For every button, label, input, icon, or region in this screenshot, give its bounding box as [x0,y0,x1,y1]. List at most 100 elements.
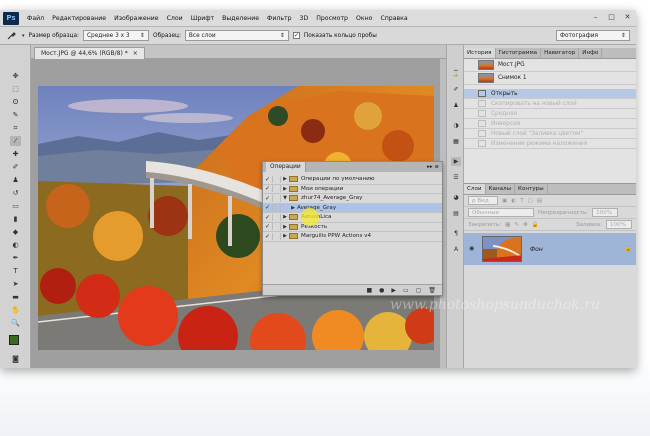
stop-icon[interactable]: ■ [366,287,372,294]
check-icon[interactable]: ✓ [263,185,272,192]
brush-tool-icon[interactable]: ✐ [10,162,21,172]
hand-tool-icon[interactable]: ✋ [10,305,21,315]
action-set-row[interactable]: ✓ ▼ zhur74_Average_Gray [263,194,442,204]
history-panel-icon[interactable]: ⌛ [451,69,461,78]
pen-tool-icon[interactable]: ✒ [10,253,21,263]
tab-actions[interactable]: Операции [266,162,306,172]
tab-channels[interactable]: Каналы [486,184,516,194]
tab-histogram[interactable]: Гистограмма [496,48,542,58]
gradient-tool-icon[interactable]: ▮ [10,214,21,224]
check-icon[interactable]: ✓ [263,233,272,240]
lock-paint-icon[interactable]: ✎ [514,222,519,228]
expand-triangle-icon[interactable]: ▶ [281,214,289,220]
menu-3d[interactable]: 3D [296,15,313,22]
crop-tool-icon[interactable]: ⌗ [10,123,21,133]
expand-triangle-icon[interactable]: ▶ [281,176,289,182]
dialog-toggle[interactable] [272,223,281,231]
color-panel-icon[interactable]: ◕ [451,193,461,202]
close-button[interactable]: ✕ [623,12,632,21]
layer-kind-select[interactable]: ρ Вид [468,196,498,205]
menu-help[interactable]: Справка [376,15,411,22]
layer-row-background[interactable]: ◉ Фон 🔒 [464,233,636,265]
document-tab[interactable]: Мост.JPG @ 44,6% (RGB/8) * × [34,47,145,59]
marquee-tool-icon[interactable]: ⬚ [10,84,21,94]
panel-menu-icon[interactable]: ▸▸ ≡ [427,164,439,170]
menu-filter[interactable]: Фильтр [263,15,295,22]
menu-edit[interactable]: Редактирование [48,15,110,22]
eye-icon[interactable]: ◉ [469,245,474,252]
opacity-field[interactable]: 100% [592,208,619,217]
lock-all-icon[interactable]: 🔒 [532,222,539,228]
tab-layers[interactable]: Слои [464,184,486,194]
history-state[interactable]: Изменение режима наложения [464,139,636,149]
close-icon[interactable]: × [133,50,138,57]
type-tool-icon[interactable]: T [10,266,21,276]
eraser-tool-icon[interactable]: ▭ [10,201,21,211]
quick-mask-icon[interactable]: ◙ [10,354,21,364]
check-icon[interactable]: ✓ [263,214,272,221]
maximize-button[interactable]: □ [607,12,616,21]
action-set-row[interactable]: ✓ ▶ Marguilis PPW Actions v4 [263,232,442,242]
action-set-row[interactable]: ✓ ▶ Операции по умолчанию [263,175,442,185]
paragraph-icon[interactable]: ¶ [451,229,461,238]
check-icon[interactable]: ✓ [263,223,272,230]
tab-history[interactable]: История [464,48,496,58]
dialog-toggle[interactable] [272,232,281,240]
tab-navigator[interactable]: Навигатор [541,48,580,58]
filter-adjustment-icon[interactable]: ◐ [511,198,516,204]
history-snapshot[interactable]: Мост.JPG [464,59,636,72]
history-state-current[interactable]: Открыть [464,89,636,99]
action-set-row[interactable]: ✓ ▶ Резкость [263,223,442,232]
filter-shape-icon[interactable]: ▢ [528,198,533,204]
menu-select[interactable]: Выделение [218,15,263,22]
filter-pixel-icon[interactable]: ▣ [502,198,507,204]
fill-field[interactable]: 100% [606,220,632,229]
move-tool-icon[interactable]: ✥ [10,71,21,81]
history-state[interactable]: Скопировать на новый слой [464,99,636,109]
history-state[interactable]: Средняя [464,109,636,119]
styles-icon[interactable]: ▦ [451,137,461,146]
menu-layers[interactable]: Слои [163,15,187,22]
filter-smart-icon[interactable]: ▤ [537,198,542,204]
history-snapshot[interactable]: Снимок 1 [464,72,636,85]
new-action-icon[interactable]: ▢ [416,287,422,294]
dialog-toggle[interactable] [272,175,281,183]
clone-source-icon[interactable]: ♟ [451,101,461,110]
record-icon[interactable]: ● [379,287,384,294]
sample-select[interactable]: Все слои ⇕ [184,30,289,41]
dialog-toggle[interactable] [272,213,281,221]
tab-paths[interactable]: Контуры [515,184,548,194]
dodge-tool-icon[interactable]: ◐ [10,240,21,250]
sample-size-select[interactable]: Среднее 3 х 3 ⇕ [83,30,149,41]
workspace-select[interactable]: Фотография ⇕ [556,30,630,41]
collapse-triangle-icon[interactable]: ▼ [281,195,289,201]
actions-panel-icon[interactable]: ▶ [451,157,461,166]
dialog-toggle[interactable] [272,185,281,193]
dialog-toggle[interactable] [272,204,281,212]
foreground-color-swatch[interactable] [9,335,19,345]
shape-tool-icon[interactable]: ▬ [10,292,21,302]
menu-window[interactable]: Окно [352,15,376,22]
chevron-down-icon[interactable]: ▾ [22,33,25,39]
quick-select-tool-icon[interactable]: ✎ [10,110,21,120]
action-row-selected[interactable]: ✓ ▶ Average_Gray [263,203,442,213]
minimize-button[interactable]: – [591,12,600,21]
eyedropper-tool-icon[interactable] [4,30,18,42]
play-icon[interactable]: ▶ [391,287,396,294]
menu-file[interactable]: Файл [23,15,48,22]
menu-type[interactable]: Шрифт [187,15,218,22]
expand-triangle-icon[interactable]: ▶ [281,233,289,239]
properties-icon[interactable]: ☰ [451,173,461,182]
layer-name[interactable]: Фон [530,246,543,253]
new-set-icon[interactable]: ▭ [403,287,409,294]
expand-triangle-icon[interactable]: ▶ [289,205,297,211]
action-set-row[interactable]: ✓ ▶ RetushLica [263,213,442,223]
check-icon[interactable]: ✓ [263,176,272,183]
blur-tool-icon[interactable]: ◆ [10,227,21,237]
expand-triangle-icon[interactable]: ▶ [281,186,289,192]
lock-pixels-icon[interactable]: ▦ [505,222,510,228]
adjustments-icon[interactable]: ◑ [451,121,461,130]
history-state[interactable]: Инверсия [464,119,636,129]
actions-panel-header[interactable]: Операции ▸▸ ≡ [263,162,442,172]
tab-info[interactable]: Инфо [579,48,603,58]
